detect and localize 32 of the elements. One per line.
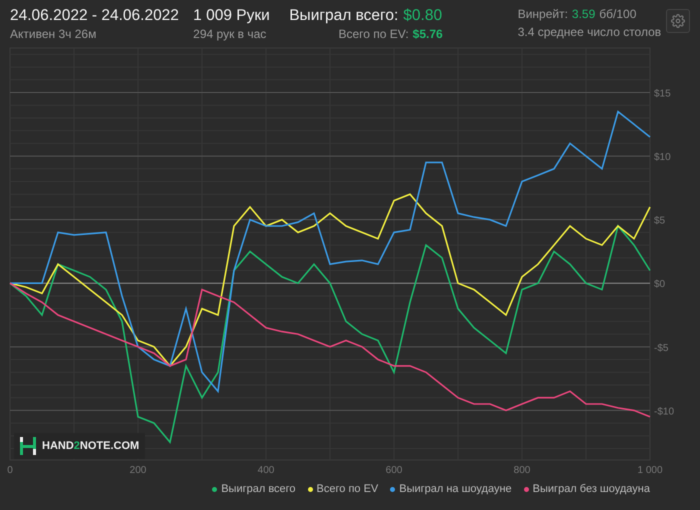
x-tick-label: 200	[130, 465, 146, 475]
winrate-value: 3.59	[572, 6, 596, 22]
hands-per-hour: 294 рук в час	[193, 26, 266, 42]
settings-icon	[671, 14, 686, 28]
legend-label[interactable]: Всего по EV	[316, 483, 378, 495]
x-tick-label: 400	[258, 465, 274, 475]
x-tick-label: 1 000	[637, 465, 663, 475]
active-time: Активен 3ч 26м	[10, 26, 96, 42]
y-tick-label: -$10	[654, 406, 674, 418]
winrate-label: Винрейт:	[518, 6, 568, 22]
x-tick-label: 0	[7, 465, 13, 475]
y-tick-label: $10	[654, 152, 671, 164]
legend-label[interactable]: Выиграл без шоудауна	[532, 483, 650, 495]
y-tick-label: -$5	[654, 342, 668, 354]
y-tick-label: $0	[654, 279, 666, 290]
winrate-unit: бб/100	[599, 6, 636, 22]
average-tables: 3.4 среднее число столов	[518, 24, 662, 40]
legend-label[interactable]: Выиграл на шоудауне	[399, 483, 512, 495]
y-tick-label: $15	[654, 88, 671, 100]
logo-icon	[20, 437, 36, 455]
x-tick-label: 800	[514, 465, 530, 475]
legend-label[interactable]: Выиграл всего	[221, 483, 296, 495]
x-tick-label: 600	[386, 465, 402, 475]
ev-total-value: $5.76	[412, 26, 443, 42]
settings-button[interactable]	[666, 9, 690, 33]
hands-count: 1 009 Руки	[193, 6, 270, 26]
date-range: 24.06.2022 - 24.06.2022	[10, 6, 179, 26]
logo-text: HAND2NOTE.COM	[42, 440, 140, 452]
won-total-label: Выиграл всего:	[289, 6, 398, 26]
won-total-value: $0.80	[403, 6, 442, 26]
ev-total-label: Всего по EV:	[338, 26, 409, 42]
y-tick-label: $5	[654, 216, 666, 227]
